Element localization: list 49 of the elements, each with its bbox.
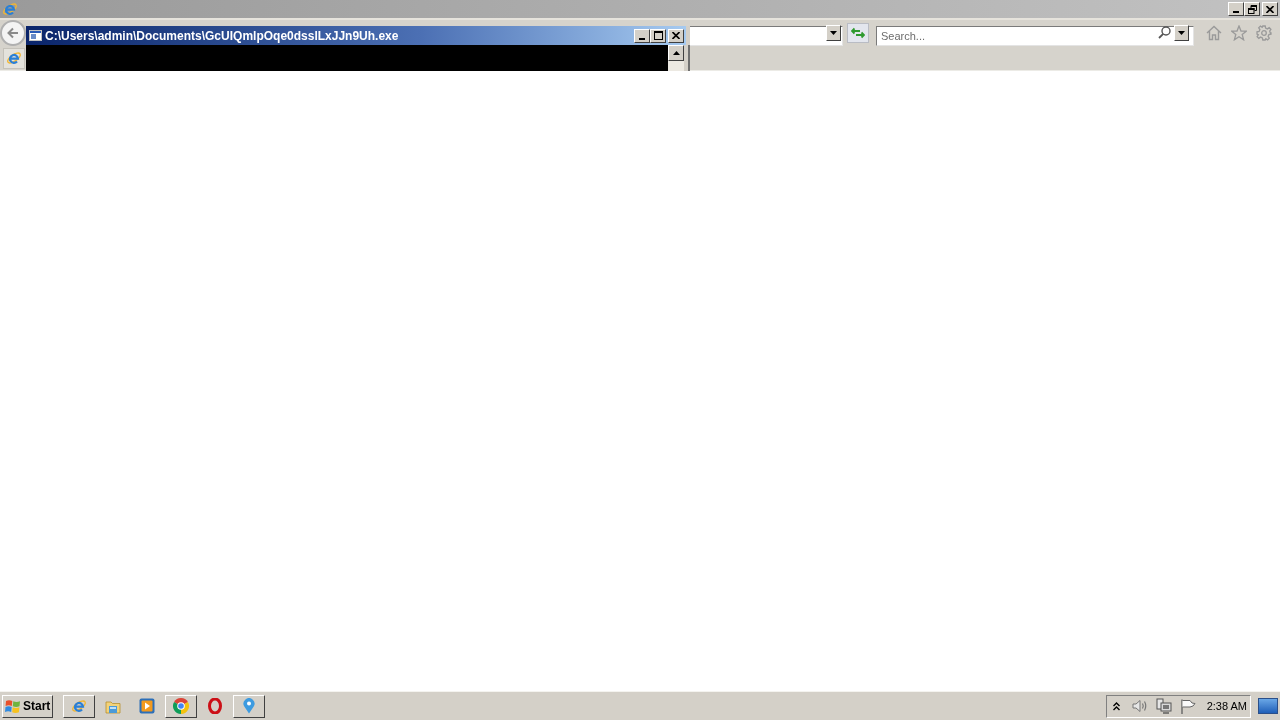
scroll-up-button[interactable] — [668, 45, 684, 61]
start-logo-icon — [5, 698, 21, 714]
minimize-icon — [1233, 11, 1239, 13]
swap-arrows-icon — [851, 27, 865, 39]
tab[interactable] — [3, 47, 25, 69]
close-icon — [1266, 5, 1274, 13]
minimize-icon — [639, 37, 645, 40]
search-field[interactable]: Search... — [876, 26, 1194, 46]
down-caret-icon — [1178, 31, 1185, 35]
taskbar-button[interactable] — [63, 694, 95, 718]
left-arrow-icon — [7, 27, 19, 39]
clock[interactable]: 2:38 AM — [1206, 697, 1247, 715]
search-icon[interactable] — [1158, 26, 1171, 39]
close-icon — [672, 32, 680, 39]
speaker-icon[interactable] — [1132, 699, 1148, 713]
e-logo-icon — [71, 698, 87, 714]
close-button[interactable] — [1262, 2, 1278, 16]
e-logo-icon — [2, 1, 18, 17]
refresh-button[interactable] — [847, 23, 869, 43]
window-icon — [29, 30, 42, 41]
down-caret-icon — [830, 31, 837, 35]
taskbar-button[interactable] — [233, 694, 265, 718]
star-icon[interactable] — [1231, 25, 1247, 41]
dropdown-button[interactable] — [826, 25, 841, 41]
folder-icon — [105, 698, 121, 714]
flag-icon[interactable] — [1180, 698, 1196, 714]
start-button[interactable]: Start — [2, 694, 53, 718]
minimize-button[interactable] — [1228, 2, 1244, 16]
maximize-icon — [653, 31, 663, 40]
computer-icon[interactable] — [1156, 698, 1172, 714]
double-caret-icon[interactable] — [1113, 701, 1120, 711]
close-button[interactable] — [668, 28, 684, 43]
back-button[interactable] — [0, 20, 26, 46]
e-logo-icon — [6, 50, 22, 66]
restore-icon — [1247, 4, 1257, 14]
dropdown-button[interactable] — [1174, 25, 1189, 41]
show-desktop-button[interactable] — [1258, 698, 1278, 714]
window-title: C:\Users\admin\Documents\GcUIQmlpOqe0dsslLxJJn9Uh.exe — [45, 29, 399, 42]
up-caret-icon — [672, 51, 680, 55]
o-ring-icon — [208, 698, 222, 714]
scrollbar-track[interactable] — [668, 45, 684, 71]
map-pin-icon — [243, 698, 255, 714]
tricolor-circle-icon — [173, 698, 189, 714]
taskbar-button[interactable] — [165, 694, 197, 718]
address-field[interactable] — [689, 26, 843, 46]
maximize-button[interactable] — [650, 28, 666, 43]
restore-button[interactable] — [1244, 2, 1260, 16]
play-icon — [139, 698, 155, 714]
minimize-button[interactable] — [634, 28, 650, 43]
